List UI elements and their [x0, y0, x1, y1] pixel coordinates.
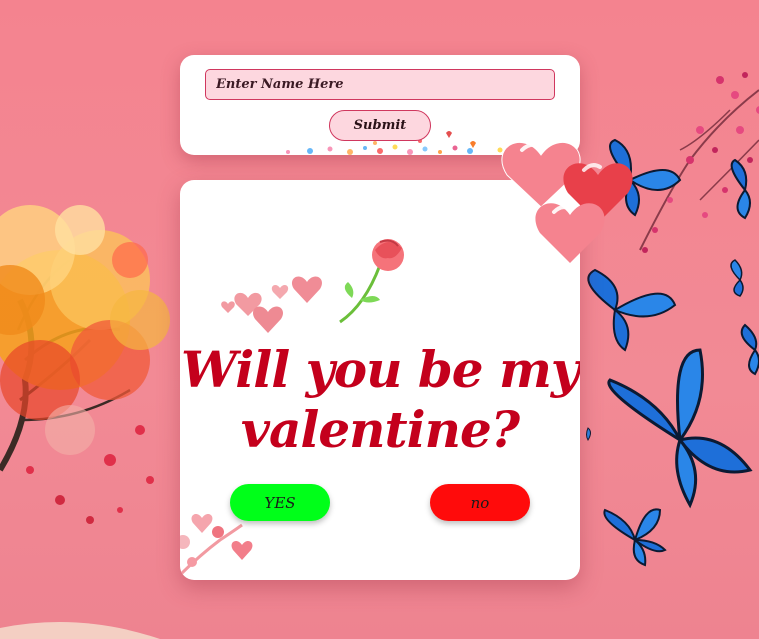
name-input[interactable] [205, 69, 555, 100]
yes-button[interactable]: YES [230, 484, 330, 521]
cherry-blossom-icon [639, 72, 759, 253]
valentine-question: Will you be my valentine? [180, 340, 580, 460]
butterfly-icon [586, 138, 759, 567]
name-form-card: Submit [180, 55, 580, 155]
submit-button[interactable]: Submit [329, 110, 431, 141]
autumn-tree-icon [0, 205, 170, 524]
floral-icon [180, 513, 253, 577]
rose-icon [339, 239, 404, 324]
question-line-2: valentine? [240, 400, 520, 459]
no-button[interactable]: no [430, 484, 530, 521]
heart-icon [221, 276, 323, 333]
valentine-card: Will you be my valentine? YES no [180, 180, 580, 580]
question-line-1: Will you be my [181, 340, 580, 399]
